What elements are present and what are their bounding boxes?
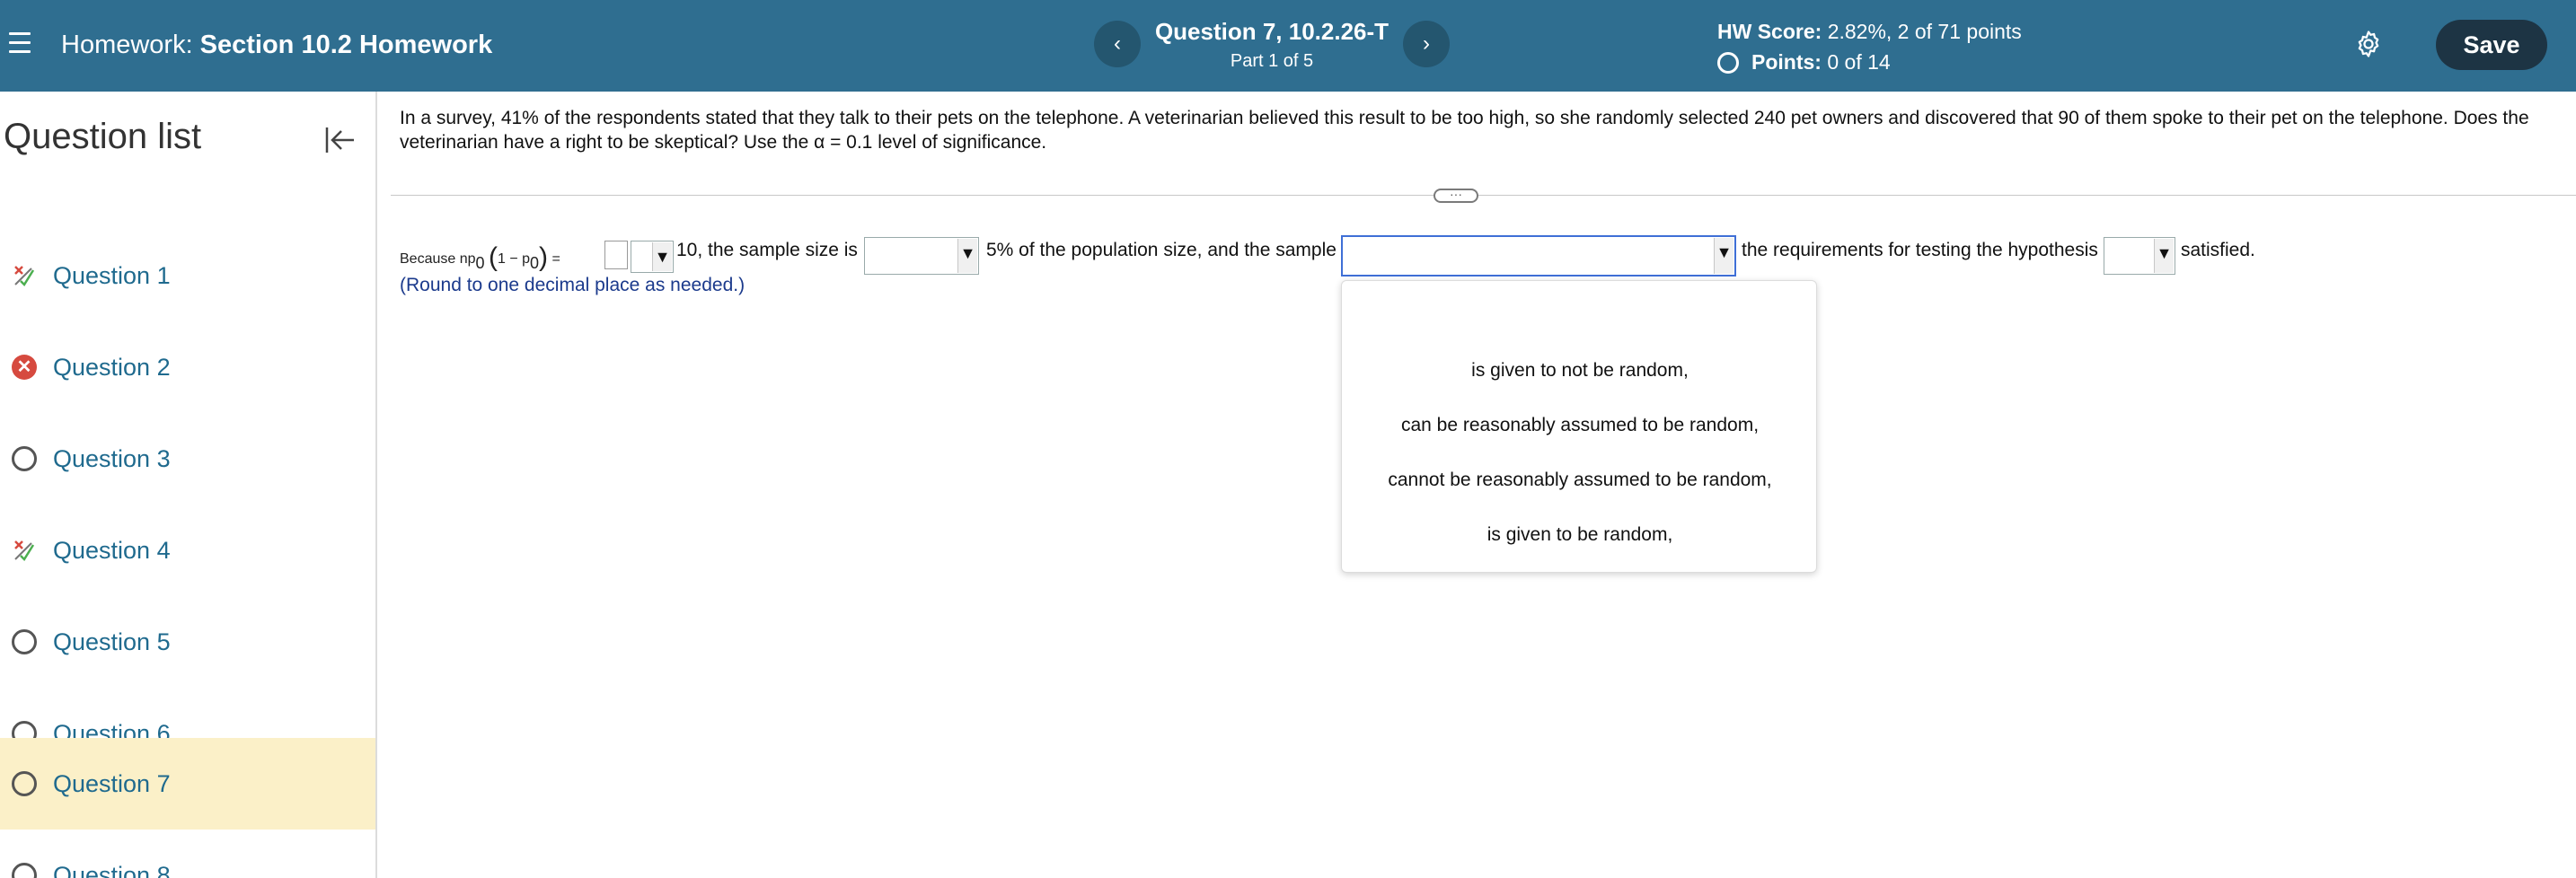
subscript: 0 xyxy=(475,254,485,272)
question-item-label: Question 3 xyxy=(53,444,171,472)
question-item-7[interactable]: Question 7 xyxy=(0,738,375,830)
hw-score: HW Score: 2.82%, 2 of 71 points xyxy=(1717,20,2022,44)
ten-text: 10, the sample size is xyxy=(676,240,858,260)
points-row: Points: 0 of 14 xyxy=(1717,50,2022,75)
unanswered-circle-icon xyxy=(12,863,37,878)
partial-credit-icon xyxy=(14,540,35,561)
question-item-5[interactable]: Question 5 xyxy=(0,596,375,688)
incorrect-icon: ✕ xyxy=(12,355,37,380)
open-paren: ( xyxy=(488,242,498,272)
equals-sign: = xyxy=(551,251,560,267)
question-item-label: Question 7 xyxy=(53,769,171,797)
previous-question-button[interactable]: ‹ xyxy=(1094,21,1141,67)
gear-icon[interactable] xyxy=(2353,29,2384,59)
chevron-left-icon: ‹ xyxy=(1114,31,1121,56)
dropdown-arrow-icon: ▼ xyxy=(2154,239,2174,273)
top-bar: Homework: Section 10.2 Homework ‹ Questio… xyxy=(0,0,2576,92)
question-item-label: Question 4 xyxy=(53,536,171,564)
subscript: 0 xyxy=(530,254,540,272)
sample-random-dropdown-menu: is given to not be random, can be reason… xyxy=(1341,280,1817,573)
question-panel: In a survey, 41% of the respondents stat… xyxy=(377,92,2576,878)
hw-score-label: HW Score: xyxy=(1717,20,1822,43)
question-list-sidebar: Question list Question 1 ✕ Question 2 Qu… xyxy=(0,92,377,878)
points-value: 0 of 14 xyxy=(1827,50,1891,74)
drag-handle-icon[interactable]: ··· xyxy=(1434,188,1478,203)
sample-size-select[interactable]: ▼ xyxy=(864,237,979,275)
divider xyxy=(391,195,2576,196)
save-button[interactable]: Save xyxy=(2436,20,2547,70)
chevron-right-icon: › xyxy=(1423,31,1430,56)
unanswered-circle-icon xyxy=(12,629,37,654)
dropdown-arrow-icon: ▼ xyxy=(1714,238,1734,274)
points-label: Points: xyxy=(1751,50,1822,74)
question-item-label: Question 1 xyxy=(53,261,171,289)
percent-text: 5% of the population size, and the sampl… xyxy=(986,240,1337,260)
question-item-3[interactable]: Question 3 xyxy=(0,413,375,505)
dropdown-option[interactable]: is given to be random, xyxy=(1342,524,1818,546)
dropdown-option[interactable]: cannot be reasonably assumed to be rando… xyxy=(1342,470,1818,491)
hamburger-icon[interactable] xyxy=(9,32,31,57)
next-question-button[interactable]: › xyxy=(1403,21,1450,67)
unanswered-circle-icon xyxy=(12,446,37,471)
sample-random-select[interactable]: ▼ xyxy=(1341,235,1736,277)
dropdown-option[interactable]: can be reasonably assumed to be random, xyxy=(1342,415,1818,436)
question-text: In a survey, 41% of the respondents stat… xyxy=(400,108,2529,153)
comparison-select[interactable]: ▼ xyxy=(631,241,674,273)
dropdown-option[interactable]: is given to not be random, xyxy=(1342,360,1818,382)
satisfied-text: satisfied. xyxy=(2181,240,2255,260)
np-value-input[interactable] xyxy=(604,241,628,269)
hw-score-value: 2.82%, 2 of 71 points xyxy=(1827,20,2022,43)
question-item-1[interactable]: Question 1 xyxy=(0,230,375,321)
question-item-label: Question 2 xyxy=(53,353,171,381)
question-part: Part 1 of 5 xyxy=(1230,51,1314,71)
question-list-title: Question list xyxy=(4,117,202,156)
collapse-left-icon[interactable] xyxy=(322,122,357,158)
homework-name: Section 10.2 Homework xyxy=(199,31,493,59)
requirements-text: the requirements for testing the hypothe… xyxy=(1742,240,2098,260)
score-block: HW Score: 2.82%, 2 of 71 points Points: … xyxy=(1717,20,2022,75)
dropdown-arrow-icon: ▼ xyxy=(957,239,977,273)
homework-title: Homework: Section 10.2 Homework xyxy=(61,31,492,60)
round-note: (Round to one decimal place as needed.) xyxy=(400,275,745,295)
one-minus-text: 1 − p xyxy=(497,251,531,267)
satisfied-select[interactable]: ▼ xyxy=(2104,237,2175,275)
question-item-8[interactable]: Question 8 xyxy=(0,830,375,878)
homework-prefix: Homework: xyxy=(61,31,193,59)
because-text: Because np xyxy=(400,251,476,267)
question-item-4[interactable]: Question 4 xyxy=(0,505,375,596)
partial-credit-icon xyxy=(14,266,35,286)
unanswered-circle-icon xyxy=(12,771,37,796)
question-header: Question 7, 10.2.26-T Part 1 of 5 xyxy=(1150,18,1394,72)
formula-text: Because np0 (1 − p0) = xyxy=(400,240,560,272)
close-paren: ) xyxy=(539,242,549,272)
points-circle-icon xyxy=(1717,51,1739,74)
question-title: Question 7, 10.2.26-T xyxy=(1154,18,1389,45)
question-item-label: Question 5 xyxy=(53,628,171,655)
question-item-2[interactable]: ✕ Question 2 xyxy=(0,321,375,413)
question-item-label: Question 8 xyxy=(53,861,171,878)
dropdown-arrow-icon: ▼ xyxy=(652,242,672,271)
